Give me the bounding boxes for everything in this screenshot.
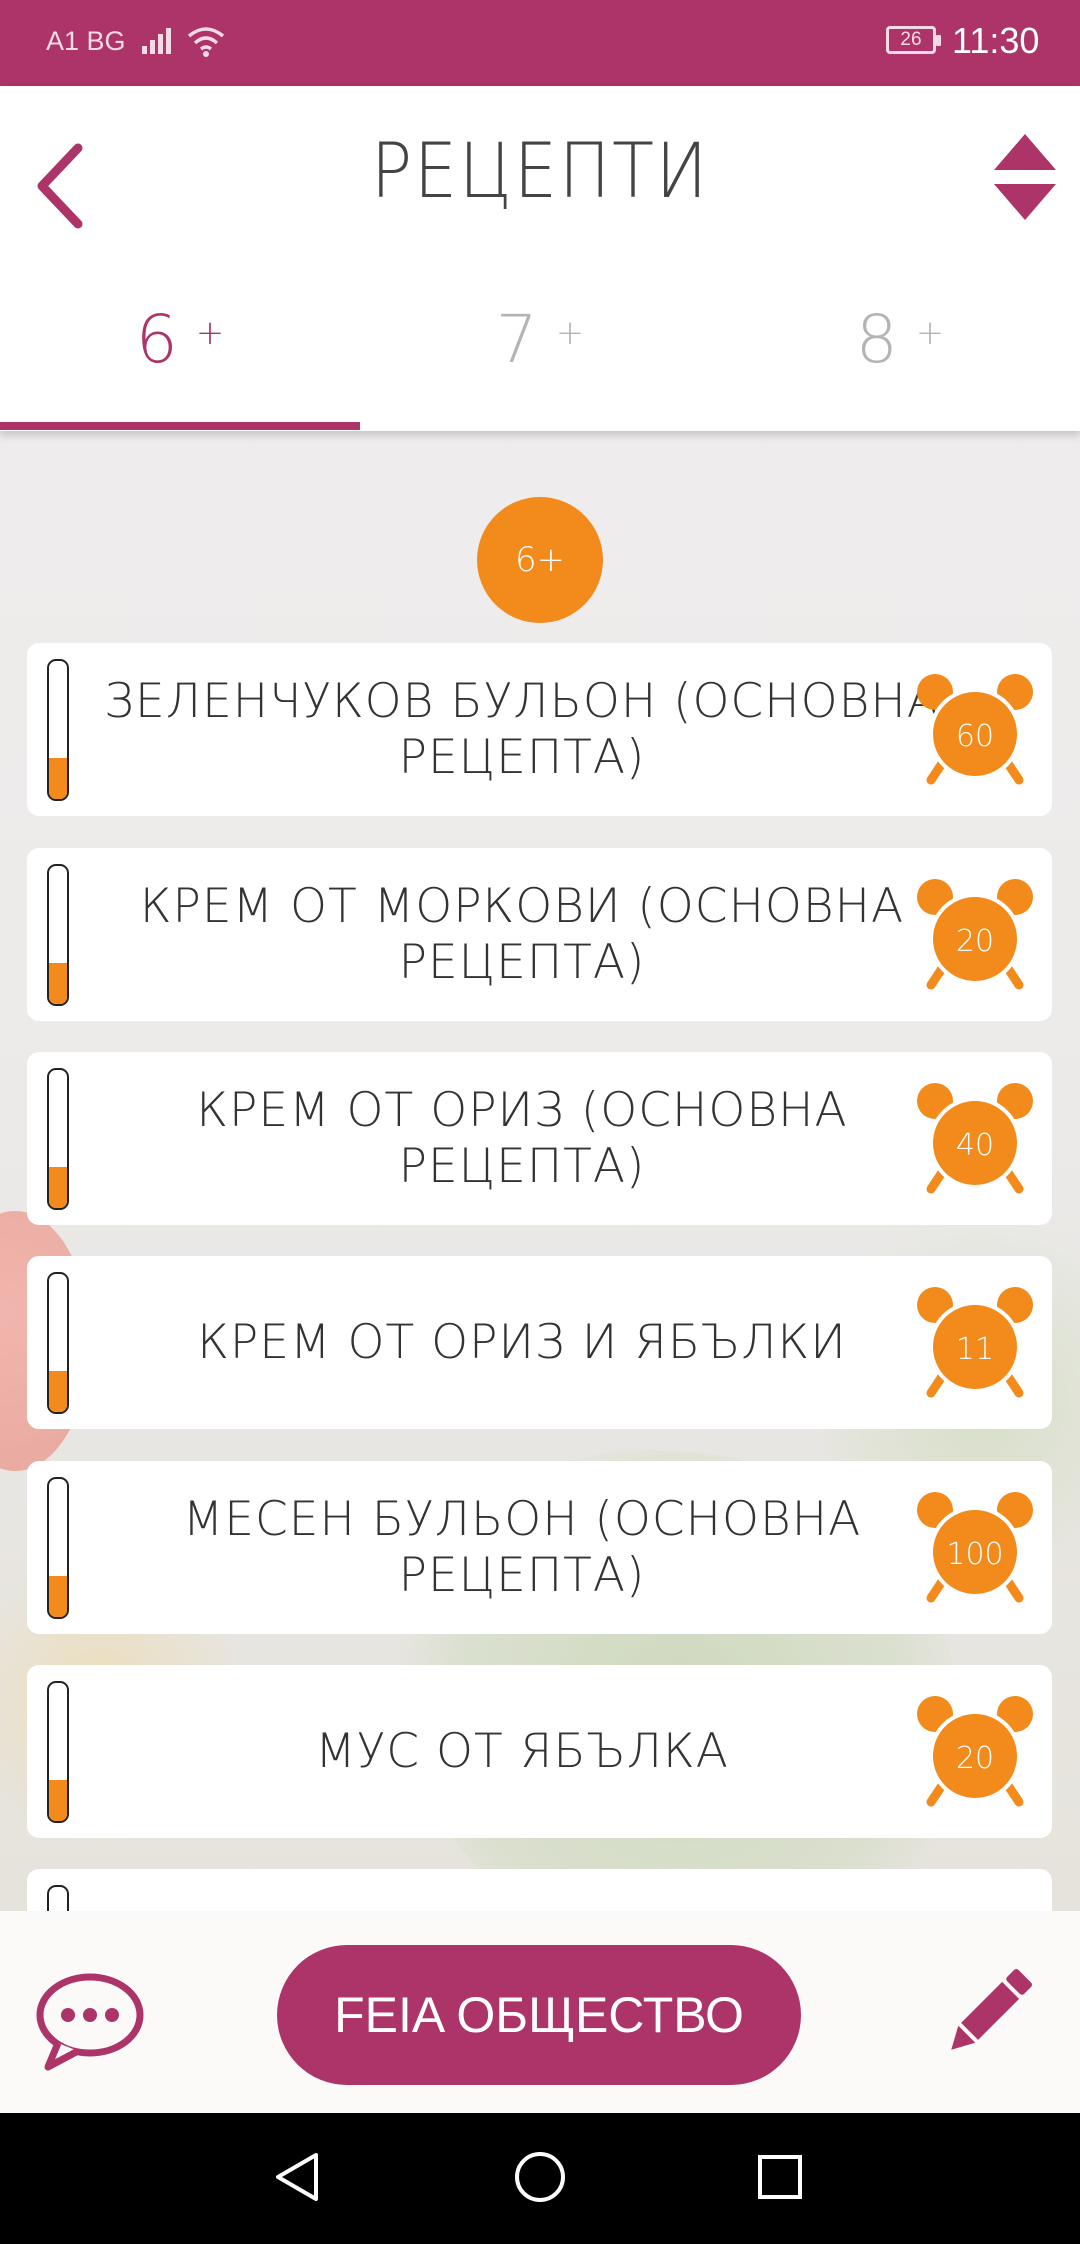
alarm-clock-icon: 20 — [915, 1692, 1035, 1812]
clock: 11:30 — [952, 20, 1040, 61]
app-header: РЕЦЕПТИ 6 + 7 + 8 + — [0, 86, 1080, 431]
cook-time: 100 — [946, 1536, 1004, 1572]
difficulty-gauge — [47, 659, 69, 801]
alarm-clock-icon: 20 — [915, 875, 1035, 995]
cook-time: 40 — [955, 1127, 995, 1163]
tab-age-6[interactable]: 6 + — [0, 301, 360, 431]
wifi-icon — [187, 27, 225, 57]
tab-age-8[interactable]: 8 + — [720, 301, 1080, 431]
sort-icon[interactable] — [990, 130, 1060, 226]
battery-icon: 26 — [886, 26, 941, 54]
cook-time: 20 — [955, 1740, 995, 1776]
recipe-title: МУС ОТ ЯБЪЛКА — [315, 1723, 729, 1779]
recipe-title: КРЕМ ОТ МОРКОВИ (ОСНОВНА РЕЦЕПТА) — [139, 878, 905, 990]
active-tab-indicator — [0, 422, 360, 430]
recipe-card[interactable]: ЗЕЛЕНЧУКОВ БУЛЬОН (ОСНОВНА РЕЦЕПТА) 60 — [27, 643, 1052, 816]
recipe-title: КРЕМ ОТ ОРИЗ И ЯБЪЛКИ — [197, 1314, 847, 1370]
tab-label: 8 — [855, 301, 898, 378]
carrier-label: A1 BG — [46, 26, 126, 56]
gauge-fill — [49, 962, 67, 1004]
cook-time: 60 — [955, 718, 995, 754]
tab-label: 6 — [135, 301, 178, 378]
status-bar: A1 BG 26 11:30 — [0, 0, 1080, 86]
cook-time: 11 — [955, 1331, 995, 1367]
recipe-card[interactable]: МУС ОТ ЯБЪЛКА 20 — [27, 1665, 1052, 1838]
alarm-clock-icon: 60 — [915, 670, 1035, 790]
tab-age-7[interactable]: 7 + — [360, 301, 720, 431]
signal-icon — [142, 28, 171, 54]
nav-back-icon[interactable] — [270, 2149, 326, 2205]
gauge-fill — [49, 1779, 67, 1821]
difficulty-gauge — [47, 1885, 69, 1911]
cook-time: 20 — [955, 923, 995, 959]
chat-bubble-icon[interactable] — [34, 1971, 144, 2071]
community-button[interactable]: FEIA ОБЩЕСТВО — [277, 1945, 801, 2085]
gauge-fill — [49, 1166, 67, 1208]
alarm-clock-icon: 40 — [915, 1079, 1035, 1199]
age-badge: 6+ — [477, 497, 603, 623]
difficulty-gauge — [47, 1681, 69, 1823]
recipe-card-partial[interactable] — [27, 1869, 1052, 1911]
pencil-icon[interactable] — [940, 1965, 1036, 2061]
bottom-bar: FEIA ОБЩЕСТВО — [0, 1911, 1080, 2113]
system-nav-bar — [0, 2113, 1080, 2244]
recipe-list[interactable]: 6+ ЗЕЛЕНЧУКОВ БУЛЬОН (ОСНОВНА РЕЦЕПТА) 6… — [0, 431, 1080, 1911]
difficulty-gauge — [47, 864, 69, 1006]
recipe-title: КРЕМ ОТ ОРИЗ (ОСНОВНА РЕЦЕПТА) — [196, 1082, 848, 1194]
nav-recents-icon[interactable] — [756, 2153, 804, 2201]
page-title: РЕЦЕПТИ — [370, 126, 710, 215]
gauge-fill — [49, 1370, 67, 1412]
recipe-title: ЗЕЛЕНЧУКОВ БУЛЬОН (ОСНОВНА РЕЦЕПТА) — [104, 673, 940, 785]
tab-label: 7 — [495, 301, 538, 378]
tab-plus: + — [915, 313, 945, 353]
gauge-fill — [49, 757, 67, 799]
recipe-card[interactable]: КРЕМ ОТ ОРИЗ (ОСНОВНА РЕЦЕПТА) 40 — [27, 1052, 1052, 1225]
tab-plus: + — [195, 313, 225, 353]
alarm-clock-icon: 11 — [915, 1283, 1035, 1403]
recipe-title: МЕСЕН БУЛЬОН (ОСНОВНА РЕЦЕПТА) — [182, 1491, 862, 1603]
recipe-card[interactable]: КРЕМ ОТ ОРИЗ И ЯБЪЛКИ 11 — [27, 1256, 1052, 1429]
recipe-card[interactable]: МЕСЕН БУЛЬОН (ОСНОВНА РЕЦЕПТА) 100 — [27, 1461, 1052, 1634]
difficulty-gauge — [47, 1477, 69, 1619]
recipe-card[interactable]: КРЕМ ОТ МОРКОВИ (ОСНОВНА РЕЦЕПТА) 20 — [27, 848, 1052, 1021]
difficulty-gauge — [47, 1272, 69, 1414]
tab-plus: + — [555, 313, 585, 353]
difficulty-gauge — [47, 1068, 69, 1210]
alarm-clock-icon: 100 — [915, 1488, 1035, 1608]
gauge-fill — [49, 1575, 67, 1617]
nav-home-icon[interactable] — [512, 2149, 568, 2205]
